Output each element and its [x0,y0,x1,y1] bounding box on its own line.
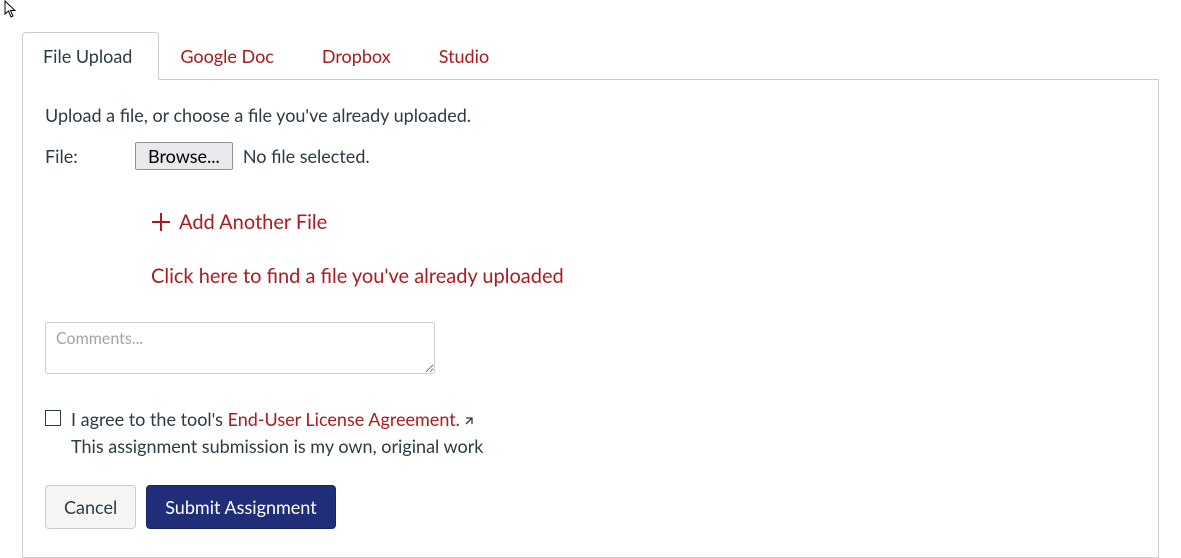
tab-google-doc[interactable]: Google Doc [159,32,301,80]
add-another-file-link[interactable]: Add Another File [151,210,1136,234]
comments-input[interactable] [45,322,435,374]
tab-file-upload[interactable]: File Upload [22,32,159,80]
tab-studio[interactable]: Studio [418,32,516,80]
file-label: File: [45,145,135,167]
add-another-file-label: Add Another File [179,210,327,234]
tab-dropbox[interactable]: Dropbox [301,32,418,80]
original-work-text: This assignment submission is my own, or… [71,435,483,457]
plus-icon [151,212,171,232]
agree-text: I agree to the tool's End-User License A… [71,408,476,430]
agree-block: I agree to the tool's End-User License A… [45,406,1136,457]
upload-panel: Upload a file, or choose a file you've a… [22,79,1159,558]
agree-prefix: I agree to the tool's [71,408,228,430]
browse-button[interactable]: Browse... [135,142,233,170]
intro-text: Upload a file, or choose a file you've a… [45,104,1136,126]
cancel-button[interactable]: Cancel [45,485,136,529]
button-row: Cancel Submit Assignment [45,485,1136,529]
no-file-text: No file selected. [243,145,370,167]
links-block: Add Another File Click here to find a fi… [151,210,1136,288]
external-link-icon [462,408,476,435]
eula-link[interactable]: End-User License Agreement. [228,408,476,430]
tabs-container: File Upload Google Doc Dropbox Studio [22,32,1159,80]
agree-checkbox[interactable] [45,410,61,426]
find-existing-file-link[interactable]: Click here to find a file you've already… [151,264,1136,288]
submit-button[interactable]: Submit Assignment [146,485,335,529]
mouse-cursor-icon [4,0,18,18]
file-row: File: Browse... No file selected. [45,142,1136,170]
